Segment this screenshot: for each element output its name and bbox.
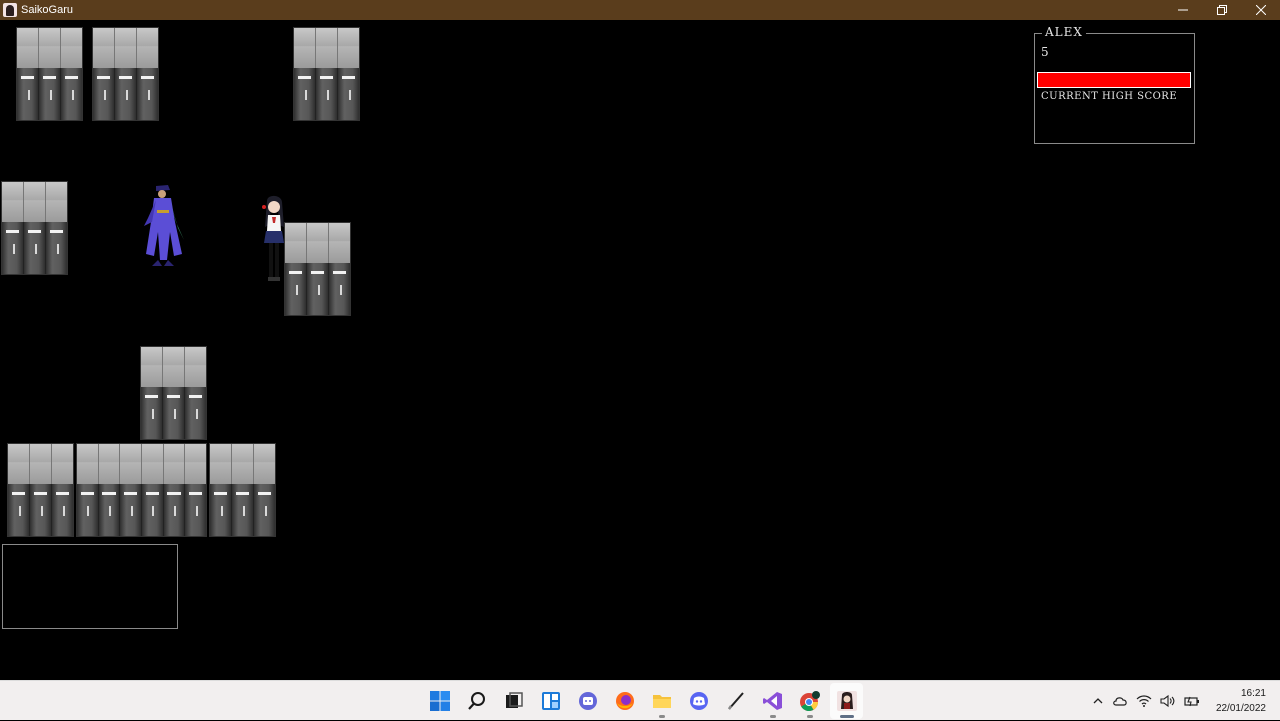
taskbar: 16:21 22/01/2022 xyxy=(0,680,1280,720)
battery-tray[interactable] xyxy=(1184,694,1200,708)
wifi-tray[interactable] xyxy=(1136,694,1152,708)
saikogaru-button[interactable] xyxy=(830,683,863,719)
chevron-up-icon xyxy=(1093,698,1103,704)
window-titlebar[interactable]: SaikoGaru xyxy=(0,0,1280,20)
pen-icon xyxy=(727,692,744,710)
restore-button[interactable] xyxy=(1202,0,1241,20)
task-view-icon xyxy=(505,692,523,708)
clock-date: 22/01/2022 xyxy=(1215,703,1266,714)
minimize-button[interactable] xyxy=(1163,0,1202,20)
locker-block xyxy=(209,443,276,537)
enemy-character xyxy=(144,185,184,266)
saikogaru-icon xyxy=(836,691,857,711)
running-indicator xyxy=(839,715,854,718)
chrome-button[interactable] xyxy=(793,683,826,719)
close-button[interactable] xyxy=(1241,0,1280,20)
teams-chat-button[interactable] xyxy=(571,683,604,719)
visual-studio-button[interactable] xyxy=(756,683,789,719)
chat-icon xyxy=(578,692,597,710)
running-indicator xyxy=(806,715,813,718)
locker-block xyxy=(293,27,360,121)
locker-block xyxy=(16,27,83,121)
health-bar-fill xyxy=(1038,73,1190,87)
battery-charging-icon xyxy=(1184,696,1199,707)
task-view-button[interactable] xyxy=(497,683,530,719)
locker-block xyxy=(7,443,74,537)
score-panel: ALEX 5 CURRENT HIGH SCORE xyxy=(1034,25,1195,144)
search-icon xyxy=(467,692,485,710)
close-icon xyxy=(1255,5,1266,15)
discord-button[interactable] xyxy=(682,683,715,719)
taskbar-apps xyxy=(423,681,863,721)
locker-block xyxy=(76,443,207,537)
search-button[interactable] xyxy=(460,683,493,719)
app-icon xyxy=(3,3,17,17)
window-controls xyxy=(1163,0,1280,20)
dialog-box xyxy=(2,544,178,629)
windows-logo-icon xyxy=(429,691,450,711)
minimize-icon xyxy=(1177,9,1188,11)
high-score-label: CURRENT HIGH SCORE xyxy=(1041,91,1178,102)
running-indicator xyxy=(769,715,776,718)
visual-studio-icon xyxy=(762,692,782,710)
start-button[interactable] xyxy=(423,683,456,719)
pen-app-button[interactable] xyxy=(719,683,752,719)
locker-block xyxy=(140,346,207,440)
taskbar-clock[interactable]: 16:21 22/01/2022 xyxy=(1216,686,1266,716)
locker-block xyxy=(92,27,159,121)
window-title: SaikoGaru xyxy=(21,4,73,16)
health-bar xyxy=(1037,72,1191,88)
player-name: ALEX xyxy=(1042,25,1086,39)
wifi-icon xyxy=(1136,695,1152,707)
folder-icon xyxy=(652,695,671,708)
onedrive-tray[interactable] xyxy=(1112,695,1128,707)
firefox-button[interactable] xyxy=(608,683,641,719)
score-value: 5 xyxy=(1041,45,1049,59)
cloud-icon xyxy=(1113,697,1127,706)
widgets-icon xyxy=(541,692,560,710)
game-canvas[interactable]: ALEX 5 CURRENT HIGH SCORE xyxy=(0,20,1280,680)
running-indicator xyxy=(658,715,665,718)
chrome-icon xyxy=(799,691,820,712)
discord-icon xyxy=(689,692,708,710)
show-hidden-icons-button[interactable] xyxy=(1092,695,1104,707)
system-tray xyxy=(1092,681,1200,721)
volume-tray[interactable] xyxy=(1160,694,1176,708)
restore-icon xyxy=(1216,5,1227,15)
speaker-icon xyxy=(1160,694,1175,708)
widgets-button[interactable] xyxy=(534,683,567,719)
locker-block xyxy=(284,222,351,316)
clock-time: 16:21 xyxy=(1240,688,1266,699)
firefox-icon xyxy=(615,692,634,710)
player-character xyxy=(262,195,284,281)
file-explorer-button[interactable] xyxy=(645,683,678,719)
locker-block xyxy=(1,181,68,275)
